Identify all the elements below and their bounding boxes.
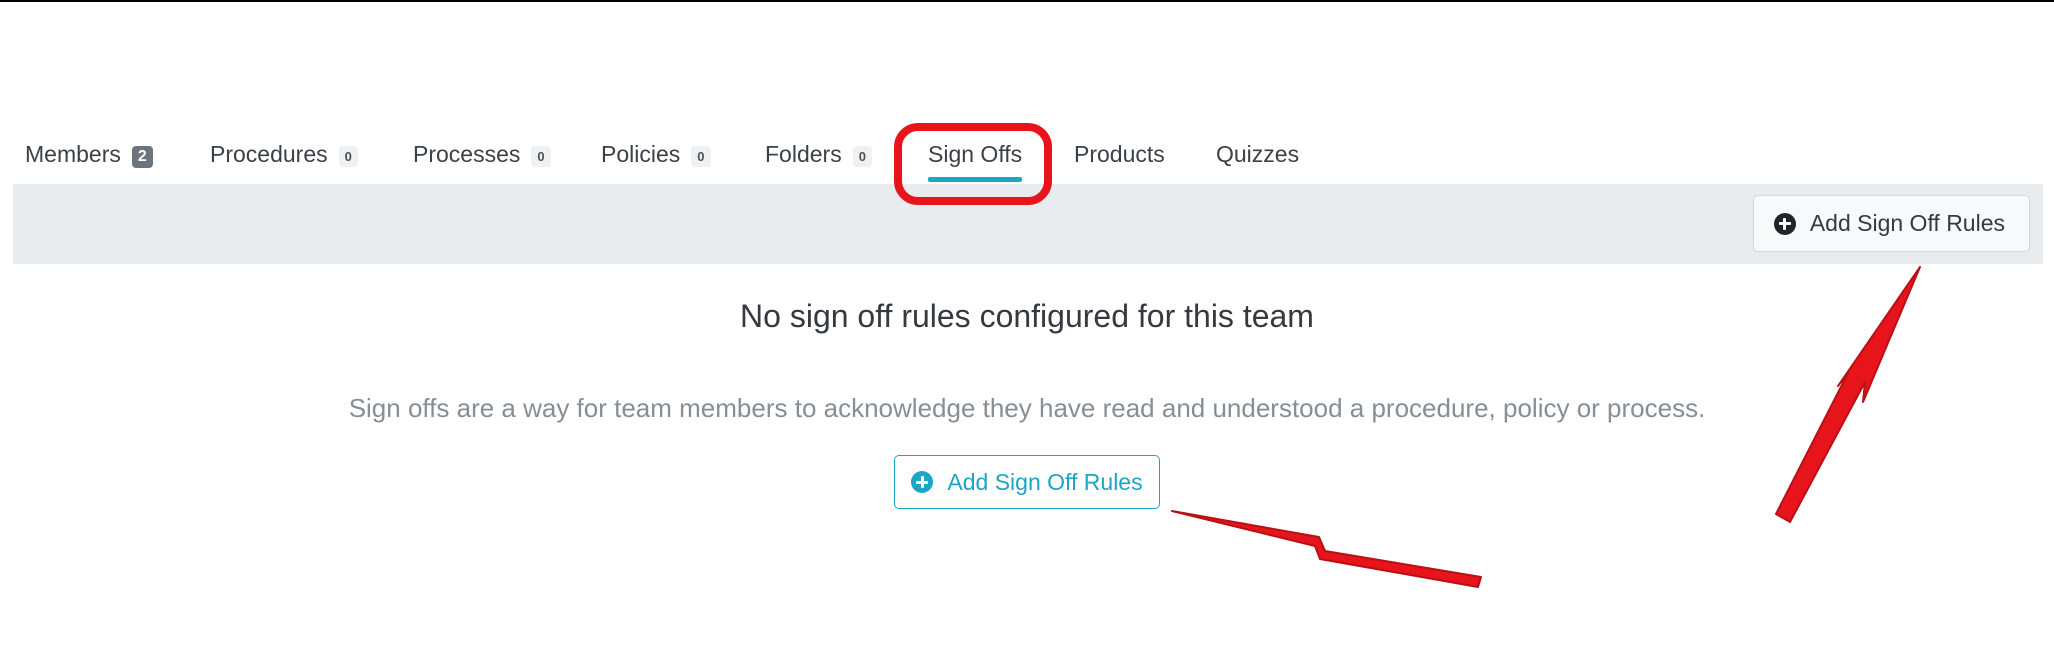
top-border xyxy=(0,0,2054,2)
tab-members-label: Members xyxy=(25,140,121,167)
folders-count-badge: 0 xyxy=(852,146,872,167)
policies-count-badge: 0 xyxy=(691,146,711,167)
tab-members[interactable]: Members 2 xyxy=(25,128,153,180)
tab-products[interactable]: Products xyxy=(1074,128,1165,180)
tab-processes-label: Processes xyxy=(413,140,521,167)
tab-folders-label: Folders xyxy=(765,140,842,167)
active-tab-indicator xyxy=(928,177,1023,182)
procedures-count-badge: 0 xyxy=(338,146,358,167)
add-sign-off-rules-button[interactable]: Add Sign Off Rules xyxy=(894,455,1160,509)
tab-processes[interactable]: Processes 0 xyxy=(413,128,551,180)
tab-quizzes[interactable]: Quizzes xyxy=(1216,128,1299,180)
tab-policies-label: Policies xyxy=(601,140,681,167)
tab-quizzes-label: Quizzes xyxy=(1216,140,1300,167)
tab-procedures-label: Procedures xyxy=(210,140,328,167)
tab-sign-offs-label: Sign Offs xyxy=(928,140,1023,167)
processes-count-badge: 0 xyxy=(531,146,551,167)
sign-offs-toolbar: Add Sign Off Rules xyxy=(13,184,2043,264)
tab-procedures[interactable]: Procedures 0 xyxy=(210,128,358,180)
empty-state-title: No sign off rules configured for this te… xyxy=(740,298,1314,334)
tab-folders[interactable]: Folders 0 xyxy=(765,128,872,180)
add-sign-off-rules-toolbar-label: Add Sign Off Rules xyxy=(1809,210,2005,236)
arrow-to-add-button-icon xyxy=(1171,510,1482,588)
add-sign-off-rules-toolbar-button[interactable]: Add Sign Off Rules xyxy=(1752,195,2030,252)
tab-sign-offs[interactable]: Sign Offs xyxy=(928,128,1023,182)
members-count-badge: 2 xyxy=(131,145,153,168)
empty-state-description: Sign offs are a way for team members to … xyxy=(348,393,1706,423)
plus-circle-icon xyxy=(1773,212,1796,235)
add-sign-off-rules-label: Add Sign Off Rules xyxy=(947,468,1143,495)
tab-policies[interactable]: Policies 0 xyxy=(601,128,711,180)
plus-circle-icon xyxy=(911,471,934,493)
tab-products-label: Products xyxy=(1074,140,1165,167)
